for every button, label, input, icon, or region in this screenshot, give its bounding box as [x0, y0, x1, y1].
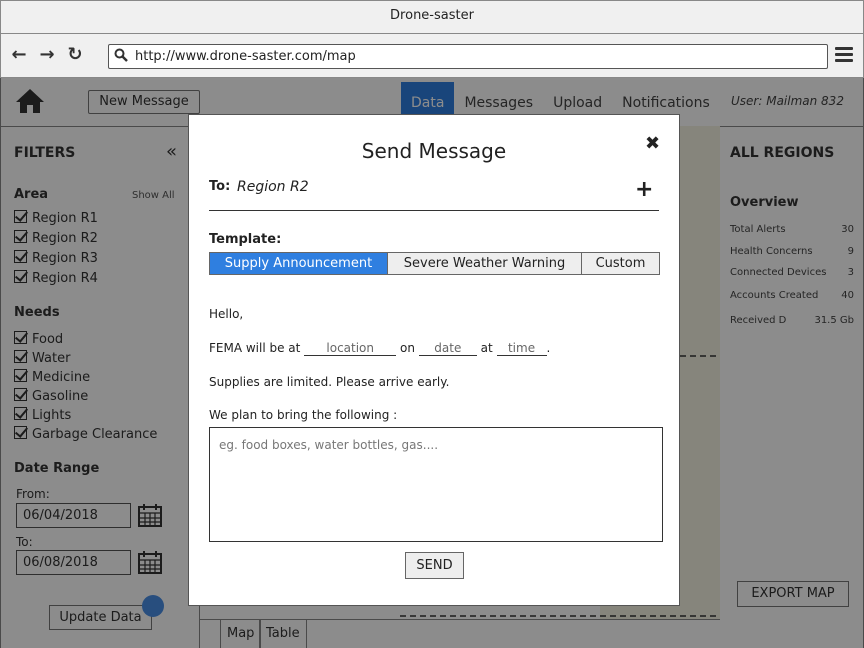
send-message-modal: Send Message ✖ To: Region R2 + Template:… [188, 114, 680, 606]
template-severe-weather[interactable]: Severe Weather Warning [388, 253, 582, 274]
divider [209, 210, 659, 211]
search-icon [114, 48, 128, 62]
items-textarea[interactable]: eg. food boxes, water bottles, gas.... [209, 427, 663, 542]
back-arrow-icon[interactable]: ← [11, 45, 27, 65]
window-title: Drone-saster [390, 8, 474, 23]
url-field[interactable]: http://www.drone-saster.com/map [108, 44, 828, 69]
browser-nav: ← → ↻ [11, 45, 83, 65]
location-field[interactable]: location [304, 342, 397, 356]
fema-line: FEMA will be at location on date at time… [209, 341, 551, 356]
recipient-field[interactable]: Region R2 [237, 179, 309, 195]
url-text: http://www.drone-saster.com/map [135, 49, 356, 64]
add-recipient-icon[interactable]: + [635, 179, 653, 201]
window-titlebar: Drone-saster [0, 0, 864, 34]
close-icon[interactable]: ✖ [645, 133, 660, 154]
supplies-line: Supplies are limited. Please arrive earl… [209, 375, 450, 389]
bring-line: We plan to bring the following : [209, 408, 398, 422]
forward-arrow-icon[interactable]: → [39, 45, 55, 65]
browser-toolbar: ← → ↻ http://www.drone-saster.com/map [0, 34, 864, 78]
reload-icon[interactable]: ↻ [67, 45, 83, 65]
template-label: Template: [209, 232, 282, 247]
date-field[interactable]: date [418, 342, 477, 356]
template-supply-announcement[interactable]: Supply Announcement [210, 253, 388, 274]
modal-title: Send Message [361, 139, 507, 163]
template-selector: Supply Announcement Severe Weather Warni… [209, 252, 660, 275]
send-button[interactable]: SEND [405, 552, 464, 579]
menu-icon[interactable] [835, 47, 853, 63]
time-field[interactable]: time [496, 342, 547, 356]
template-custom[interactable]: Custom [582, 253, 659, 274]
to-label: To: [209, 179, 231, 194]
greeting-text: Hello, [209, 307, 244, 321]
